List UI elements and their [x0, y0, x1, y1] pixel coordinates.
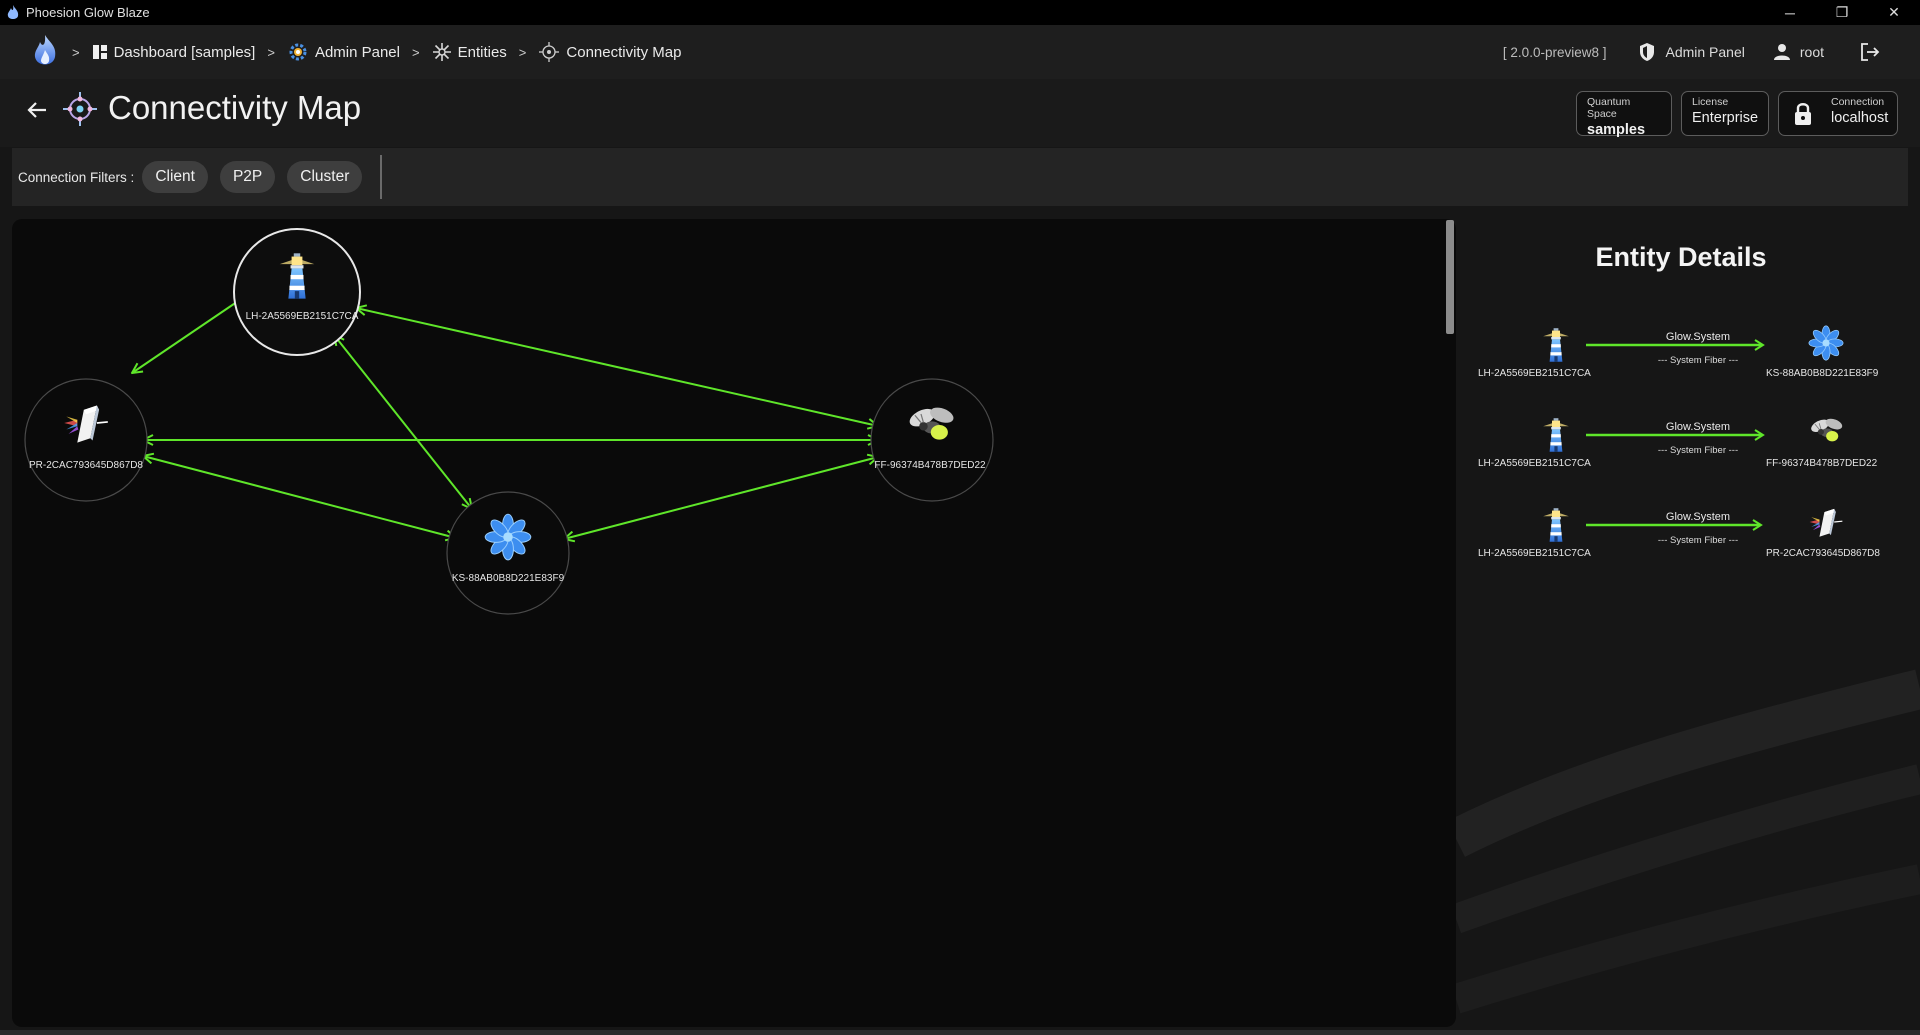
edge-lighthouse-firefly [356, 308, 878, 426]
version-label: [ 2.0.0-preview8 ] [1502, 44, 1607, 60]
connection-row[interactable]: LH-2A5569EB2151C7CA Glow.System --- Syst… [1456, 415, 1920, 485]
window-controls: ─ ❐ ✕ [1764, 0, 1920, 25]
graph-node-kaleidoscope[interactable]: KS-88AB0B8D221E83F9 [446, 491, 570, 615]
filter-chip-p2p[interactable]: P2P [219, 161, 276, 193]
connection-row[interactable]: LH-2A5569EB2151C7CA Glow.System --- Syst… [1456, 325, 1920, 395]
window-title: Phoesion Glow Blaze [26, 5, 150, 20]
shield-icon [1640, 43, 1655, 61]
breadcrumb-separator: > [412, 44, 420, 60]
connection-value: localhost [1831, 110, 1889, 126]
user-name: root [1799, 44, 1824, 60]
kaleidoscope-icon [484, 513, 532, 561]
lighthouse-icon [1543, 328, 1569, 362]
connection-target: PR-2CAC793645D867D8 [1766, 548, 1880, 559]
lighthouse-icon [1543, 418, 1569, 452]
connection-box[interactable]: Connection localhost [1778, 91, 1898, 136]
connection-channel: --- System Fiber --- [1657, 535, 1739, 546]
breadcrumb-admin-panel[interactable]: Admin Panel [287, 42, 400, 62]
node-label: PR-2CAC793645D867D8 [29, 460, 143, 471]
edge-prism-kaleidoscope [143, 456, 456, 538]
filter-chip-cluster[interactable]: Cluster [287, 161, 363, 193]
breadcrumb-separator: > [72, 44, 80, 60]
graph-node-firefly[interactable]: FF-96374B478B7DED22 [870, 378, 994, 502]
admin-panel-link-label: Admin Panel [1665, 44, 1745, 60]
breadcrumb-admin-panel-label: Admin Panel [314, 43, 400, 61]
entities-icon [432, 43, 451, 61]
prism-icon [1808, 508, 1844, 538]
close-button[interactable]: ✕ [1868, 0, 1920, 25]
breadcrumb-separator: > [518, 44, 527, 60]
restore-button[interactable]: ❐ [1816, 0, 1868, 25]
edge-lighthouse-kaleidoscope [334, 335, 472, 509]
connection-channel: --- System Fiber --- [1657, 445, 1739, 456]
license-box[interactable]: License Enterprise [1681, 91, 1769, 136]
logout-icon[interactable] [1860, 43, 1880, 61]
graph-node-prism[interactable]: PR-2CAC793645D867D8 [24, 378, 148, 502]
entity-details-panel: Entity Details LH-2A5569EB2151C7CA Glow.… [1456, 219, 1920, 1027]
kaleidoscope-icon [1808, 325, 1844, 361]
connectivity-graph: LH-2A5569EB2151C7CA PR-2CAC793645D867D8 … [24, 228, 994, 615]
connection-filters-label: Connection Filters : [18, 169, 135, 185]
graph-node-lighthouse[interactable]: LH-2A5569EB2151C7CA [233, 228, 361, 356]
quantum-space-label: Quantum Space [1587, 96, 1631, 120]
node-label: LH-2A5569EB2151C7CA [246, 311, 359, 322]
connection-arrow [1586, 429, 1765, 441]
breadcrumb-entities-label: Entities [457, 43, 507, 61]
page-header: Connectivity Map Quantum Space samples L… [0, 79, 1920, 147]
back-arrow-icon[interactable] [24, 97, 50, 123]
connection-target: KS-88AB0B8D221E83F9 [1766, 368, 1879, 379]
node-label: FF-96374B478B7DED22 [874, 460, 986, 471]
connectivity-map-title-icon [63, 92, 97, 126]
navbar-right: [ 2.0.0-preview8 ] Admin Panel root [1503, 25, 1880, 79]
connection-row[interactable]: LH-2A5569EB2151C7CA Glow.System --- Syst… [1456, 505, 1920, 575]
user-icon [1773, 44, 1790, 60]
quantum-space-value: samples [1587, 122, 1646, 138]
connectivity-map-canvas[interactable]: LH-2A5569EB2151C7CA PR-2CAC793645D867D8 … [12, 219, 1456, 1027]
minimize-button[interactable]: ─ [1764, 0, 1816, 25]
user-menu[interactable]: root [1773, 43, 1824, 61]
connection-source: LH-2A5569EB2151C7CA [1478, 368, 1591, 379]
connection-arrow [1586, 519, 1763, 531]
admin-panel-link[interactable]: Admin Panel [1638, 42, 1745, 62]
firefly-icon [1808, 416, 1845, 442]
connection-source: LH-2A5569EB2151C7CA [1478, 458, 1591, 469]
license-label: License [1692, 96, 1729, 108]
quantum-space-box[interactable]: Quantum Space samples [1576, 91, 1672, 138]
connection-channel: --- System Fiber --- [1657, 355, 1739, 366]
lighthouse-icon [1543, 508, 1569, 542]
admin-gear-icon [289, 43, 307, 61]
navigation-bar: > Dashboard [samples] > Admin Panel > En… [0, 25, 1920, 79]
breadcrumb-connectivity-map[interactable]: Connectivity Map [538, 41, 681, 63]
breadcrumb-connectivity-map-label: Connectivity Map [566, 43, 682, 61]
connection-filters-bar: Connection Filters : Client P2P Cluster [12, 148, 1908, 206]
edge-firefly-kaleidoscope [564, 457, 878, 539]
breadcrumb-dashboard[interactable]: Dashboard [samples] [92, 43, 256, 61]
connection-source: LH-2A5569EB2151C7CA [1478, 548, 1591, 559]
filter-chip-client[interactable]: Client [142, 161, 208, 193]
entity-details-title: Entity Details [1595, 242, 1767, 272]
page-title: Connectivity Map [108, 89, 362, 126]
bottom-border [0, 1030, 1920, 1035]
breadcrumb-entities[interactable]: Entities [432, 42, 507, 62]
breadcrumb-separator: > [267, 44, 275, 60]
filters-divider [380, 155, 383, 199]
glow-logo-icon[interactable] [30, 34, 60, 70]
map-scrollbar[interactable] [1446, 220, 1454, 334]
window-titlebar: Phoesion Glow Blaze ─ ❐ ✕ [0, 0, 1920, 25]
connection-label: Connection [1831, 96, 1885, 108]
connection-target: FF-96374B478B7DED22 [1766, 458, 1878, 469]
connection-arrow [1586, 339, 1765, 351]
lock-icon [1795, 103, 1811, 125]
connectivity-map-icon [539, 42, 560, 62]
node-label: KS-88AB0B8D221E83F9 [452, 573, 565, 584]
license-value: Enterprise [1692, 110, 1759, 126]
app-flame-icon [7, 4, 19, 19]
dashboard-icon [92, 45, 107, 59]
breadcrumb-dashboard-label: Dashboard [samples] [113, 43, 256, 61]
